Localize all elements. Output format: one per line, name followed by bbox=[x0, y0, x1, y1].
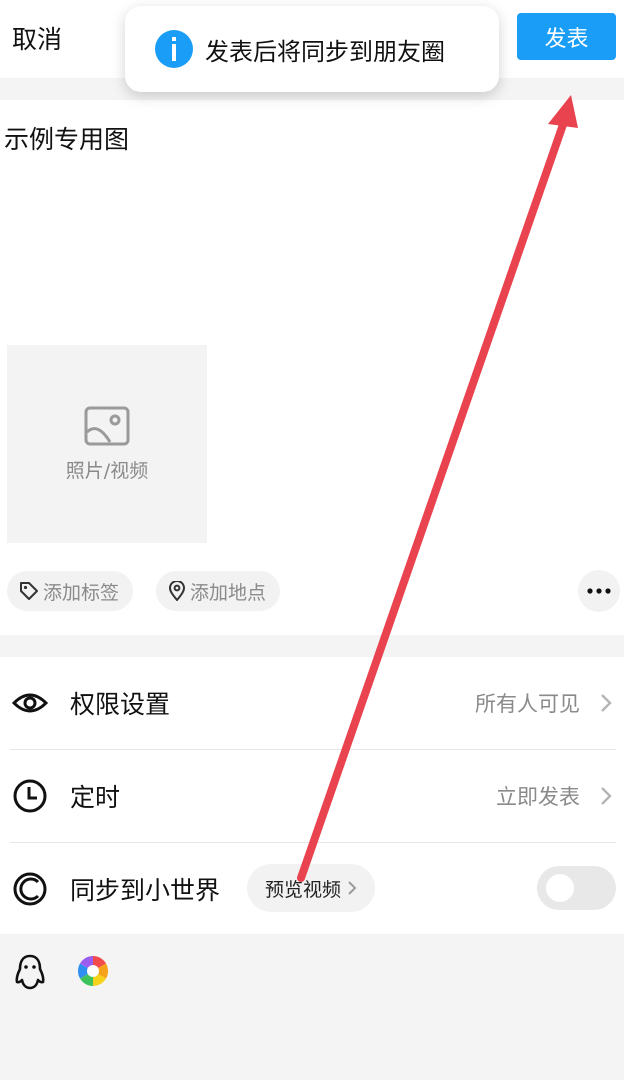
settings-list: 权限设置 所有人可见 定时 立即发表 同步到小世界 预览视频 bbox=[0, 657, 624, 934]
publish-button[interactable]: 发表 bbox=[517, 13, 616, 60]
schedule-value: 立即发表 bbox=[496, 785, 580, 809]
section-gap bbox=[0, 635, 624, 657]
add-location-button[interactable]: 添加地点 bbox=[156, 571, 281, 611]
add-media-button[interactable]: 照片/视频 bbox=[7, 345, 207, 543]
add-tag-button[interactable]: 添加标签 bbox=[7, 571, 134, 611]
sync-small-world-row: 同步到小世界 预览视频 bbox=[0, 843, 624, 935]
toggle-knob bbox=[546, 874, 574, 902]
more-options-button[interactable] bbox=[578, 570, 620, 612]
qq-penguin-icon[interactable] bbox=[14, 954, 46, 992]
media-label: 照片/视频 bbox=[65, 459, 149, 482]
schedule-label: 定时 bbox=[70, 783, 121, 812]
share-bar bbox=[0, 934, 624, 1080]
schedule-setting-row[interactable]: 定时 立即发表 bbox=[0, 750, 624, 842]
post-editor: 示例专用图 照片/视频 添加标签 添加地点 bbox=[0, 100, 624, 635]
permission-label: 权限设置 bbox=[70, 690, 171, 719]
chevron-right-icon bbox=[601, 694, 612, 712]
cancel-button[interactable]: 取消 bbox=[12, 20, 62, 56]
permission-setting-row[interactable]: 权限设置 所有人可见 bbox=[0, 657, 624, 749]
add-location-label: 添加地点 bbox=[190, 581, 267, 604]
image-icon bbox=[84, 406, 130, 445]
post-text-input[interactable]: 示例专用图 bbox=[4, 120, 129, 156]
moments-aperture-icon[interactable] bbox=[76, 954, 110, 988]
permission-value: 所有人可见 bbox=[475, 692, 580, 716]
sync-label: 同步到小世界 bbox=[70, 876, 221, 905]
toast-message: 发表后将同步到朋友圈 bbox=[205, 37, 445, 66]
small-world-icon bbox=[13, 872, 47, 906]
eye-icon bbox=[12, 693, 48, 713]
more-dots-icon bbox=[587, 588, 611, 594]
preview-video-button[interactable]: 预览视频 bbox=[247, 864, 376, 912]
preview-video-label: 预览视频 bbox=[265, 878, 342, 901]
sync-toggle[interactable] bbox=[537, 866, 616, 910]
chevron-right-icon bbox=[601, 787, 612, 805]
info-icon bbox=[155, 30, 193, 68]
add-tag-label: 添加标签 bbox=[43, 581, 120, 604]
location-pin-icon bbox=[168, 581, 186, 601]
tag-icon bbox=[20, 582, 38, 600]
chevron-right-icon bbox=[348, 881, 357, 895]
sync-toast: 发表后将同步到朋友圈 bbox=[125, 6, 499, 92]
clock-icon bbox=[13, 779, 47, 813]
